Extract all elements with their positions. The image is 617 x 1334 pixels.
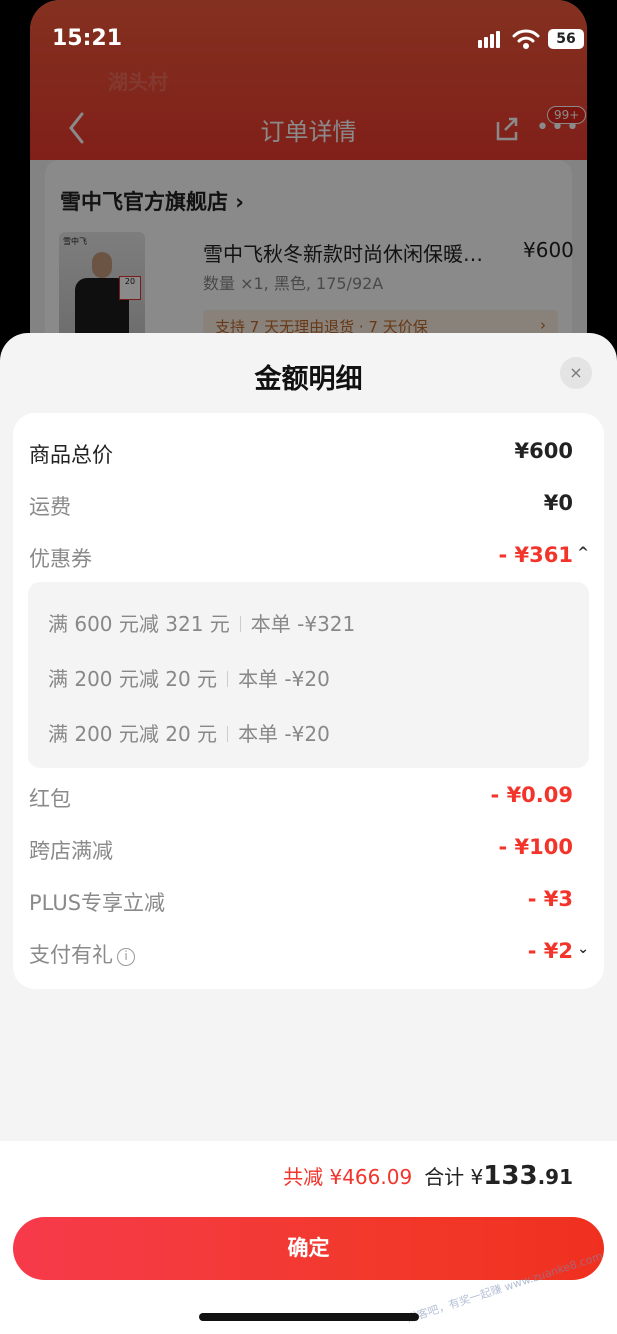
home-indicator[interactable] <box>199 1313 419 1321</box>
coupon-scope: 本单 <box>238 667 279 691</box>
row-label: 红包 <box>29 787 71 811</box>
row-pay-gift[interactable]: 支付有礼 i - ¥2 ⌄ <box>29 937 589 973</box>
divider <box>227 726 229 742</box>
info-icon[interactable]: i <box>117 948 135 966</box>
amount-detail-sheet: 金额明细 × 商品总价 ¥600 运费 ¥0 优惠券 - ¥361 ^ 满 60… <box>0 333 617 1334</box>
chevron-down-icon[interactable]: ⌄ <box>577 941 589 957</box>
row-plus: PLUS专享立减 - ¥3 <box>29 885 589 921</box>
coupon-item: 满 200 元减 20 元本单 -¥20 <box>48 718 330 747</box>
close-icon[interactable]: × <box>560 357 592 389</box>
row-value: ¥0 <box>543 491 573 515</box>
signal-icon <box>484 37 488 48</box>
row-value: - ¥2 <box>527 939 573 963</box>
row-value: - ¥3 <box>527 887 573 911</box>
coupon-item: 满 600 元减 321 元本单 -¥321 <box>48 608 355 637</box>
confirm-button[interactable]: 确定 <box>13 1217 604 1280</box>
coupon-item: 满 200 元减 20 元本单 -¥20 <box>48 663 330 692</box>
detail-card: 商品总价 ¥600 运费 ¥0 优惠券 - ¥361 ^ 满 600 元减 32… <box>13 413 604 989</box>
coupon-rule: 满 200 元减 20 元 <box>48 667 218 691</box>
pay-gift-label: 支付有礼 <box>29 943 113 967</box>
row-red-packet: 红包 - ¥0.09 <box>29 781 589 817</box>
row-label: PLUS专享立减 <box>29 891 166 915</box>
row-value: - ¥100 <box>498 835 573 859</box>
row-label: 支付有礼 i <box>29 939 135 969</box>
signal-icon <box>496 31 500 48</box>
status-time: 15:21 <box>52 26 123 51</box>
row-label: 优惠券 <box>29 547 92 571</box>
row-value: - ¥361 <box>498 543 573 567</box>
status-icons: 56 <box>476 28 591 52</box>
row-cross-store: 跨店满减 - ¥100 <box>29 833 589 869</box>
coupon-amount: -¥20 <box>284 667 330 691</box>
signal-icon <box>478 40 482 48</box>
divider <box>227 671 229 687</box>
total-label: 合计 ¥ <box>424 1165 484 1189</box>
total-integer: 133 <box>483 1161 538 1191</box>
signal-icon <box>490 34 494 48</box>
wifi-icon <box>512 29 540 49</box>
coupon-scope: 本单 <box>250 612 291 636</box>
row-value: ¥600 <box>514 439 573 463</box>
chevron-up-icon[interactable]: ^ <box>577 545 589 561</box>
row-label: 商品总价 <box>29 443 113 467</box>
sheet-title: 金额明细 <box>254 364 363 395</box>
row-label: 运费 <box>29 495 71 519</box>
divider <box>239 616 241 632</box>
bottom-bar: 共减 ¥466.09 合计 ¥133.91 确定 赚客吧，有奖一起赚 www.zu… <box>0 1141 617 1334</box>
battery-icon: 56 <box>548 29 584 49</box>
coupon-amount: -¥321 <box>297 612 356 636</box>
row-goods-total: 商品总价 ¥600 <box>29 437 589 473</box>
coupon-list: 满 600 元减 321 元本单 -¥321 满 200 元减 20 元本单 -… <box>28 582 589 768</box>
totals: 共减 ¥466.09 合计 ¥133.91 <box>283 1161 573 1191</box>
total-decimal: .91 <box>537 1165 573 1189</box>
coupon-amount: -¥20 <box>284 722 330 746</box>
coupon-scope: 本单 <box>238 722 279 746</box>
coupon-rule: 满 600 元减 321 元 <box>48 612 230 636</box>
row-shipping: 运费 ¥0 <box>29 489 589 525</box>
saved-amount: 共减 ¥466.09 <box>283 1165 413 1189</box>
row-coupon[interactable]: 优惠券 - ¥361 ^ <box>29 541 589 577</box>
row-value: - ¥0.09 <box>490 783 573 807</box>
row-label: 跨店满减 <box>29 839 113 863</box>
coupon-rule: 满 200 元减 20 元 <box>48 722 218 746</box>
